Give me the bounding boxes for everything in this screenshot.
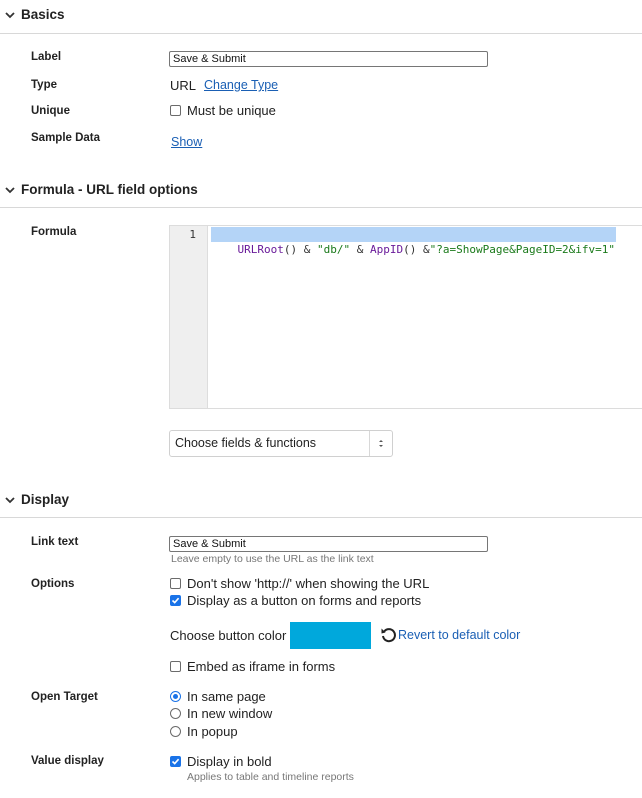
must-be-unique-label: Must be unique: [187, 103, 276, 118]
formula-field-label: Formula: [31, 226, 77, 238]
section-divider: [0, 33, 642, 34]
section-title: Basics: [21, 7, 65, 22]
button-color-label: Choose button color: [170, 628, 287, 643]
code-token-function: AppID: [369, 243, 404, 256]
dont-show-http-label: Don't show 'http://' when showing the UR…: [187, 576, 430, 591]
must-be-unique-checkbox[interactable]: [170, 105, 181, 116]
section-divider: [0, 207, 642, 208]
chevron-down-icon: [5, 12, 15, 19]
display-as-button-label: Display as a button on forms and reports: [187, 593, 422, 608]
label-input[interactable]: [169, 51, 488, 67]
code-token-string: "?a=ShowPage&PageID=2&ifv=1": [429, 243, 616, 256]
formula-editor[interactable]: 1 URLRoot() & "db/" & AppID() &"?a=ShowP…: [169, 225, 642, 409]
section-title: Formula - URL field options: [21, 182, 198, 197]
open-popup-label: In popup: [187, 724, 238, 739]
open-popup-radio[interactable]: [170, 726, 181, 737]
open-same-page-radio[interactable]: [170, 691, 181, 702]
editor-gutter: 1: [170, 226, 208, 408]
display-in-bold-checkbox[interactable]: [170, 756, 181, 767]
display-in-bold-hint: Applies to table and timeline reports: [187, 771, 354, 783]
label-field-label: Label: [31, 51, 62, 63]
section-title: Display: [21, 492, 70, 507]
display-in-bold-label: Display in bold: [187, 754, 272, 769]
link-text-hint: Leave empty to use the URL as the link t…: [171, 553, 374, 565]
checkmark-icon: [171, 597, 180, 604]
section-divider: [0, 517, 642, 518]
line-number: 1: [189, 228, 196, 241]
value-display-field-label: Value display: [31, 755, 104, 767]
code-token-operator: () &: [283, 243, 317, 256]
open-same-page-label: In same page: [187, 689, 266, 704]
show-sample-data-link[interactable]: Show: [171, 135, 202, 149]
dont-show-http-checkbox[interactable]: [170, 578, 181, 589]
code-token-operator: &: [350, 243, 370, 256]
select-arrows-icon: [369, 431, 392, 456]
code-token-operator: () &: [403, 243, 430, 256]
revert-default-color-link[interactable]: Revert to default color: [398, 628, 520, 642]
button-color-swatch[interactable]: [290, 622, 371, 649]
open-target-field-label: Open Target: [31, 691, 98, 703]
code-token-string: "db/": [316, 243, 351, 256]
select-value: Choose fields & functions: [175, 436, 317, 450]
type-value: URL: [170, 78, 197, 93]
change-type-link[interactable]: Change Type: [204, 78, 278, 92]
section-header-display[interactable]: Display: [0, 491, 642, 511]
link-text-field-label: Link text: [31, 536, 79, 548]
link-text-input[interactable]: [169, 536, 488, 552]
section-header-formula[interactable]: Formula - URL field options: [0, 181, 642, 201]
options-field-label: Options: [31, 578, 75, 590]
sample-data-field-label: Sample Data: [31, 132, 101, 144]
display-as-button-checkbox[interactable]: [170, 595, 181, 606]
embed-iframe-label: Embed as iframe in forms: [187, 659, 336, 674]
embed-iframe-checkbox[interactable]: [170, 661, 181, 672]
type-field-label: Type: [31, 79, 57, 91]
checkmark-icon: [171, 758, 180, 765]
formula-code-line[interactable]: URLRoot() & "db/" & AppID() &"?a=ShowPag…: [211, 227, 617, 256]
revert-icon[interactable]: [380, 626, 398, 644]
unique-field-label: Unique: [31, 105, 70, 117]
chevron-down-icon: [5, 497, 15, 504]
open-new-window-label: In new window: [187, 706, 273, 721]
open-new-window-radio[interactable]: [170, 708, 181, 719]
section-header-basics[interactable]: Basics: [0, 6, 642, 26]
code-token-function: URLRoot: [237, 243, 284, 256]
choose-fields-functions-select[interactable]: Choose fields & functions: [169, 430, 393, 457]
chevron-down-icon: [5, 187, 15, 194]
